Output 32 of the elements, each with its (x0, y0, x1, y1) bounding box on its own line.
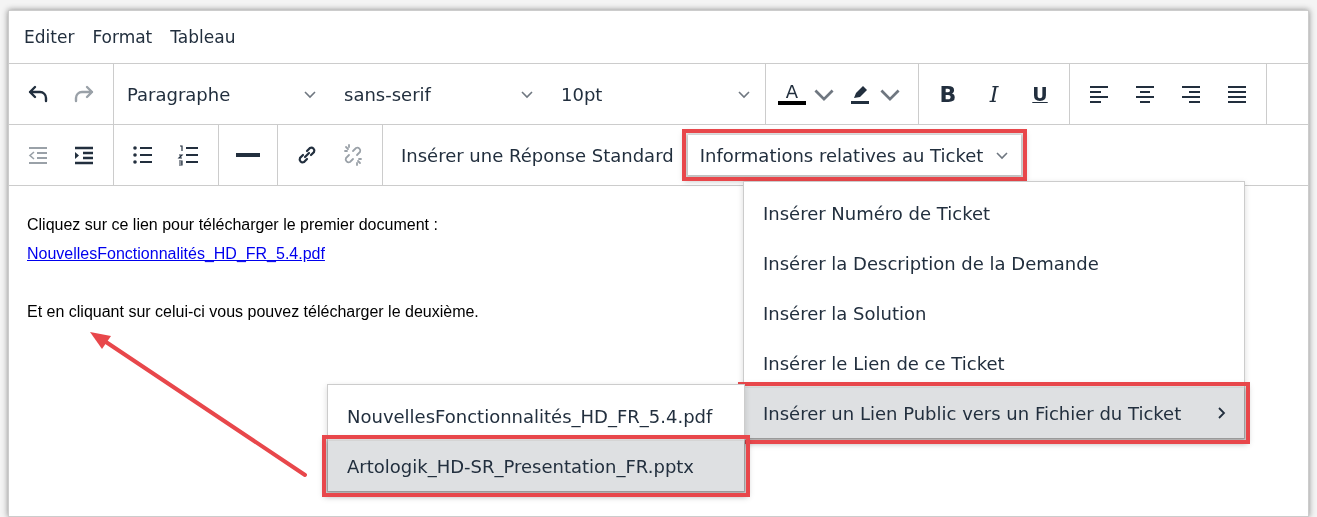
italic-button[interactable]: I (971, 74, 1017, 114)
dropdown-label: sans-serif (344, 83, 431, 105)
numbered-list-icon (177, 143, 201, 167)
menu-item[interactable]: Editer (15, 21, 84, 53)
file-link[interactable]: NouvellesFonctionnalités_HD_FR_5.4.pdf (27, 245, 325, 262)
dropdown[interactable]: 10pt (548, 74, 765, 114)
menu-button[interactable]: Insérer une Réponse Standard (389, 135, 686, 175)
broken-link-icon (341, 143, 365, 167)
bullet-list-icon (131, 143, 155, 167)
textcolor-button[interactable]: A (772, 74, 842, 114)
horizontal-line-icon (236, 153, 260, 157)
menu-item[interactable]: Format (83, 21, 162, 53)
italic-icon: I (989, 81, 999, 107)
underline-button[interactable]: U (1017, 74, 1063, 114)
menu-option[interactable]: Insérer le Lien de ce Ticket (744, 338, 1244, 388)
menu-button-label: Informations relatives au Ticket (699, 144, 984, 166)
menu-option[interactable]: NouvellesFonctionnalités_HD_FR_5.4.pdf (328, 391, 744, 441)
menu-option[interactable]: Insérer la Solution (744, 288, 1244, 338)
menu-button[interactable]: Informations relatives au Ticket (687, 135, 1022, 175)
dropdown-label: 10pt (561, 83, 603, 105)
menu-item[interactable]: Tableau (161, 21, 245, 53)
underline-icon: U (1032, 83, 1048, 105)
menu-option[interactable]: Insérer Numéro de Ticket (744, 188, 1244, 238)
bold-icon: B (939, 81, 957, 107)
dropdown[interactable]: Paragraphe (114, 74, 331, 114)
bold-button[interactable]: B (925, 74, 971, 114)
menu-button-label: Insérer une Réponse Standard (401, 144, 674, 166)
dropdown[interactable]: sans-serif (331, 74, 548, 114)
menu-option[interactable]: Insérer la Description de la Demande (744, 238, 1244, 288)
dropdown-label: Paragraphe (127, 83, 231, 105)
paragraph: Et en cliquant sur celui-ci vous pouvez télécharger le deuxième. (27, 302, 479, 322)
paragraph: Cliquez sur ce lien pour télécharger le premier document : (27, 215, 438, 235)
